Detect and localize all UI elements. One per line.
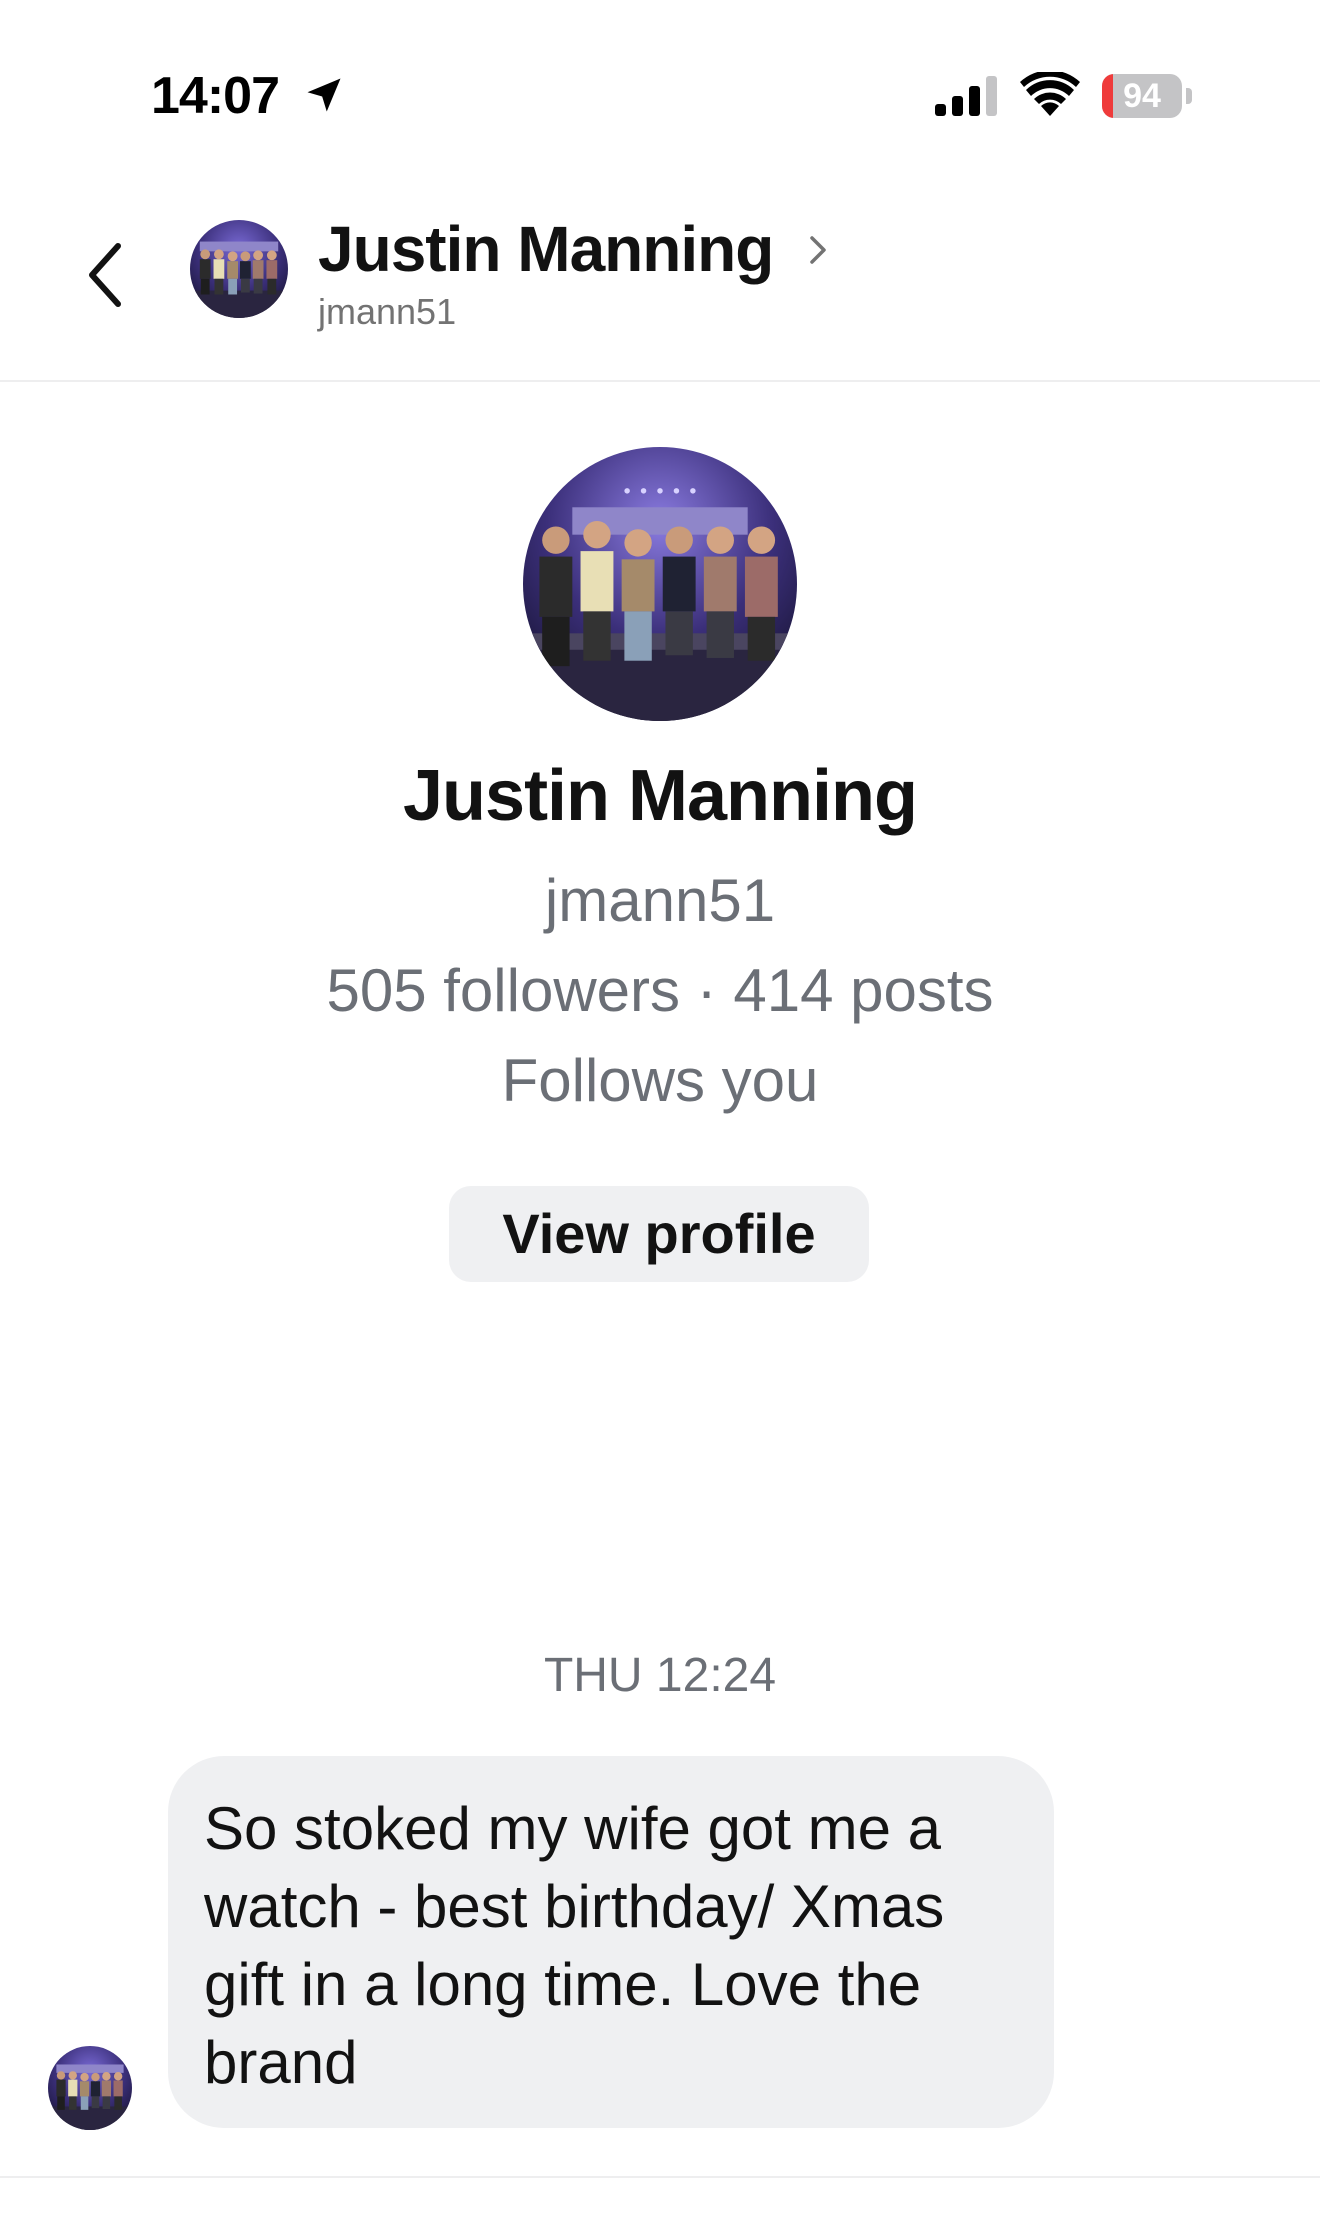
- profile-avatar[interactable]: [523, 447, 797, 721]
- header-avatar[interactable]: [190, 220, 288, 318]
- message-timestamp: THU 12:24: [543, 1649, 777, 1702]
- band-photo-icon: [190, 220, 288, 318]
- battery-level: 94: [1123, 77, 1161, 115]
- header-handle: jmann51: [318, 291, 457, 332]
- profile-name: Justin Manning: [403, 756, 918, 836]
- follows-you-label: Follows you: [501, 1047, 819, 1114]
- battery-icon: 94: [1102, 74, 1192, 118]
- message-bubble[interactable]: So stoked my wife got me a watch - best …: [168, 1756, 1054, 2128]
- band-photo-icon: [48, 2046, 132, 2130]
- status-bar: 14:07 94: [0, 0, 1320, 190]
- cellular-signal-icon: [935, 76, 997, 116]
- profile-handle: jmann51: [544, 867, 776, 934]
- conversation-header: Justin Manning jmann51: [0, 190, 1320, 382]
- header-name[interactable]: Justin Manning: [318, 212, 774, 286]
- status-time: 14:07: [151, 67, 280, 125]
- wifi-icon: [1020, 72, 1080, 116]
- chevron-right-icon[interactable]: [806, 230, 830, 270]
- view-profile-button[interactable]: View profile: [449, 1186, 869, 1282]
- location-arrow-icon: [307, 78, 341, 112]
- profile-stats: 505 followers · 414 posts: [326, 957, 994, 1024]
- divider: [0, 2176, 1320, 2178]
- band-photo-icon: [523, 447, 797, 721]
- back-arrow-icon[interactable]: [84, 240, 128, 310]
- message-sender-avatar[interactable]: [48, 2046, 132, 2130]
- message-text: So stoked my wife got me a watch - best …: [204, 1795, 945, 2096]
